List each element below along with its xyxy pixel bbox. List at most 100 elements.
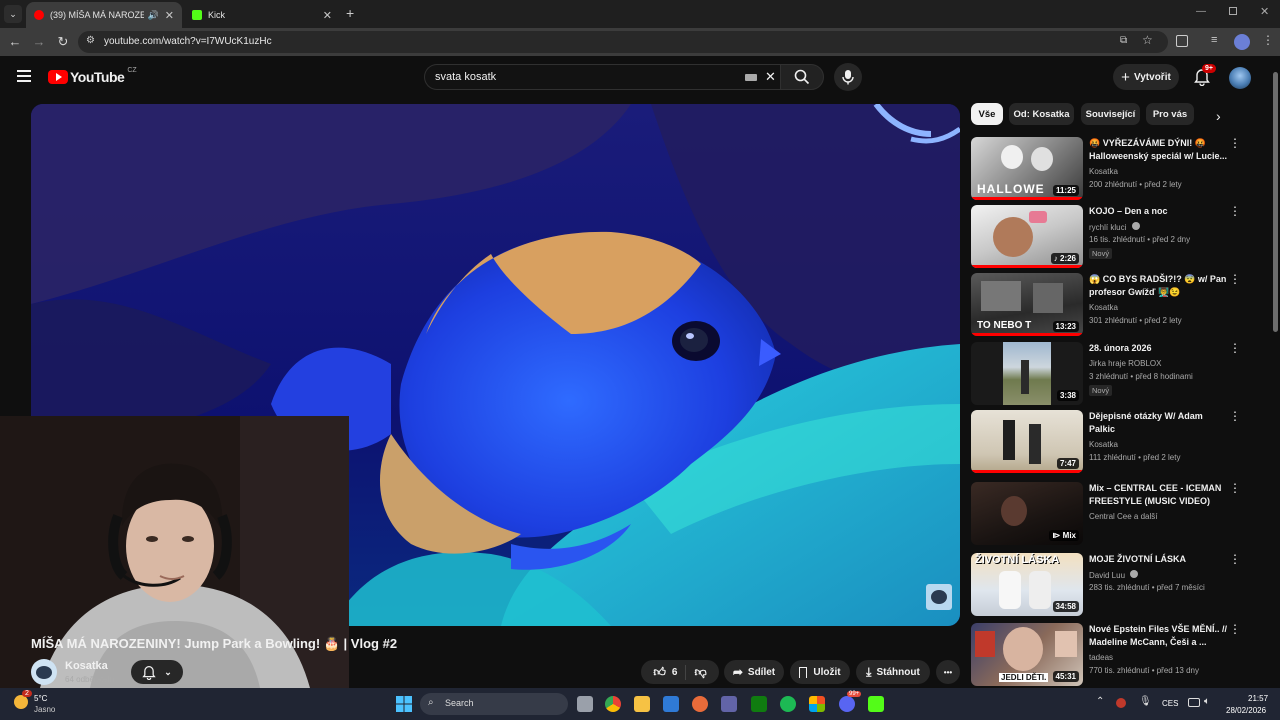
recommendation-channel[interactable]: Jirka hraje ROBLOX <box>1089 359 1161 368</box>
page-scrollbar[interactable] <box>1271 56 1280 688</box>
more-options-icon[interactable]: ⋮ <box>1229 410 1241 422</box>
search-button[interactable] <box>780 64 824 90</box>
create-button[interactable]: + Vytvořit <box>1113 64 1179 90</box>
video-thumbnail[interactable]: 3:38 <box>971 342 1083 405</box>
tray-app-icon[interactable] <box>1116 698 1126 708</box>
more-options-icon[interactable]: ⋮ <box>1229 342 1241 354</box>
chrome-icon[interactable] <box>605 696 621 712</box>
start-button[interactable] <box>396 696 412 712</box>
restore-icon[interactable] <box>1229 7 1237 15</box>
clock-time[interactable]: 21:57 <box>1248 694 1268 703</box>
new-tab-button[interactable]: + <box>346 5 354 21</box>
chip-for-you[interactable]: Pro vás <box>1146 103 1194 125</box>
recommendation-channel[interactable]: Kosatka <box>1089 167 1118 176</box>
back-icon[interactable]: ← <box>6 33 24 51</box>
recommendation-title[interactable]: Mix – CENTRAL CEE - ICEMAN FREESTYLE (MU… <box>1089 482 1229 508</box>
video-thumbnail[interactable]: ŽIVOTNÍ LÁSKA 34:58 <box>971 553 1083 616</box>
file-explorer-icon[interactable] <box>634 696 650 712</box>
recommendation-channel[interactable]: Kosatka <box>1089 440 1118 449</box>
more-options-icon[interactable]: ⋮ <box>1229 553 1241 565</box>
download-button[interactable]: ⤓ Stáhnout <box>856 660 930 684</box>
share-button[interactable]: ➦ Sdílet <box>724 660 784 684</box>
clock-date[interactable]: 28/02/2026 <box>1226 706 1266 715</box>
recommendation-title[interactable]: Dějepisné otázky W/ Adam Palkic <box>1089 410 1229 436</box>
xbox-app-icon[interactable] <box>751 696 767 712</box>
chip-all[interactable]: Vše <box>971 103 1003 125</box>
close-window-icon[interactable]: ✕ <box>1260 5 1269 18</box>
tab-youtube[interactable]: (39) MÍŠA MÁ NAROZENINY! 🔊 ✕ <box>26 2 182 28</box>
more-options-icon[interactable]: ⋮ <box>1229 205 1241 217</box>
dislike-button[interactable]: 👎︎ <box>686 665 706 680</box>
network-icon[interactable] <box>1188 698 1200 707</box>
recommendation-channel[interactable]: David Luu <box>1089 570 1139 580</box>
recommendation-title[interactable]: MOJE ŽIVOTNÍ LÁSKA <box>1089 553 1229 566</box>
recommendation-title[interactable]: 28. února 2026 <box>1089 342 1229 355</box>
like-button[interactable]: 👍︎ 6 <box>653 664 687 680</box>
tab-list-button[interactable]: ⌄ <box>4 5 22 23</box>
recommendation-item[interactable]: HALLOWE 11:25 🤬 VYŘEZÁVÁME DÝNI! 🤬 Hallo… <box>971 137 1261 201</box>
volume-icon[interactable]: 🔈︎ <box>1204 696 1210 707</box>
keyboard-icon[interactable] <box>745 74 757 81</box>
input-language[interactable]: CES <box>1162 699 1178 708</box>
recommendation-title[interactable]: 🤬 VYŘEZÁVÁME DÝNI! 🤬 Halloweenský speciá… <box>1089 137 1229 163</box>
extensions-icon[interactable] <box>1176 35 1188 47</box>
recommendation-title[interactable]: Nové Epstein Files VŠE MĚNÍ.. // Madelin… <box>1089 623 1229 649</box>
profile-avatar[interactable] <box>1234 34 1250 50</box>
bookmark-star-icon[interactable]: ☆ <box>1142 33 1153 47</box>
recommendation-channel[interactable]: tadeas <box>1089 653 1113 662</box>
channel-name[interactable]: Kosatka <box>65 660 108 672</box>
recommendation-title[interactable]: 😱 CO BYS RADŠI?!? 😨 w/ Pan profesor Gwíž… <box>1089 273 1229 299</box>
chips-next-icon[interactable]: › <box>1216 108 1221 124</box>
video-thumbnail[interactable]: TO NEBO T 13:23 <box>971 273 1083 336</box>
chip-related[interactable]: Související <box>1081 103 1140 125</box>
address-bar[interactable]: ⚙ youtube.com/watch?v=I7WUcK1uzHc ⧉ ☆ <box>78 31 1168 53</box>
recommendation-channel[interactable]: Central Cee a další <box>1089 512 1157 521</box>
video-thumbnail[interactable]: ♪ 2:26 <box>971 205 1083 268</box>
kick-app-icon[interactable] <box>868 696 884 712</box>
recommendation-channel[interactable]: rychlí kluci <box>1089 222 1140 232</box>
taskbar-search[interactable]: ⌕ Search <box>420 693 568 715</box>
speaker-icon[interactable]: 🔊 <box>148 10 159 21</box>
install-icon[interactable]: ⧉ <box>1120 35 1127 46</box>
save-button[interactable]: Uložit <box>790 660 850 684</box>
teams-icon[interactable] <box>721 696 737 712</box>
store-icon[interactable] <box>663 696 679 712</box>
channel-watermark-icon[interactable] <box>926 584 952 610</box>
video-thumbnail[interactable]: HALLOWE 11:25 <box>971 137 1083 200</box>
tray-overflow-icon[interactable]: ⌃ <box>1096 696 1104 707</box>
site-info-icon[interactable]: ⚙ <box>86 35 95 46</box>
close-tab-icon[interactable]: ✕ <box>323 9 332 22</box>
tab-kick[interactable]: Kick ✕ <box>184 2 340 28</box>
close-tab-icon[interactable]: ✕ <box>165 9 174 22</box>
notifications-button[interactable]: 9+ <box>1193 64 1216 88</box>
reload-icon[interactable]: ↻ <box>54 33 72 51</box>
recommendation-item[interactable]: JEDLI DĚTI. 45:31 Nové Epstein Files VŠE… <box>971 623 1261 687</box>
weather-widget[interactable]: 2 5°C Jasno <box>12 690 72 716</box>
reading-list-icon[interactable]: ≡ <box>1211 34 1217 46</box>
hamburger-menu-icon[interactable] <box>17 70 31 82</box>
more-options-icon[interactable]: ⋮ <box>1229 137 1241 149</box>
photos-icon[interactable] <box>809 696 825 712</box>
video-thumbnail[interactable]: 7:47 <box>971 410 1083 473</box>
task-view-icon[interactable] <box>577 696 593 712</box>
chip-from-channel[interactable]: Od: Kosatka <box>1009 103 1074 125</box>
video-thumbnail[interactable]: ⧐ Mix <box>971 482 1083 545</box>
more-options-icon[interactable]: ⋮ <box>1229 482 1241 494</box>
recommendation-item[interactable]: 7:47 Dějepisné otázky W/ Adam Palkic Kos… <box>971 410 1261 474</box>
youtube-logo[interactable]: YouTube CZ <box>48 67 137 85</box>
clear-search-icon[interactable]: ✕ <box>765 69 776 85</box>
forward-icon[interactable]: → <box>30 33 48 51</box>
recommendation-channel[interactable]: Kosatka <box>1089 303 1118 312</box>
recommendation-item[interactable]: ♪ 2:26 KOJO – Den a noc rychlí kluci 16 … <box>971 205 1261 269</box>
voice-search-button[interactable] <box>834 63 862 91</box>
subscribed-notifications-button[interactable]: ⌄ <box>131 660 183 684</box>
minimize-icon[interactable]: — <box>1196 6 1206 17</box>
browser-menu-icon[interactable]: ⋮ <box>1262 33 1274 47</box>
more-options-icon[interactable]: ⋮ <box>1229 623 1241 635</box>
recommendation-item[interactable]: ŽIVOTNÍ LÁSKA 34:58 MOJE ŽIVOTNÍ LÁSKA D… <box>971 553 1261 617</box>
video-thumbnail[interactable]: JEDLI DĚTI. 45:31 <box>971 623 1083 686</box>
recommendation-item[interactable]: TO NEBO T 13:23 😱 CO BYS RADŠI?!? 😨 w/ P… <box>971 273 1261 337</box>
discord-icon[interactable]: 99+ <box>839 691 862 712</box>
more-options-icon[interactable]: ⋮ <box>1229 273 1241 285</box>
tray-mic-icon[interactable]: 🎙︎ <box>1139 696 1152 707</box>
